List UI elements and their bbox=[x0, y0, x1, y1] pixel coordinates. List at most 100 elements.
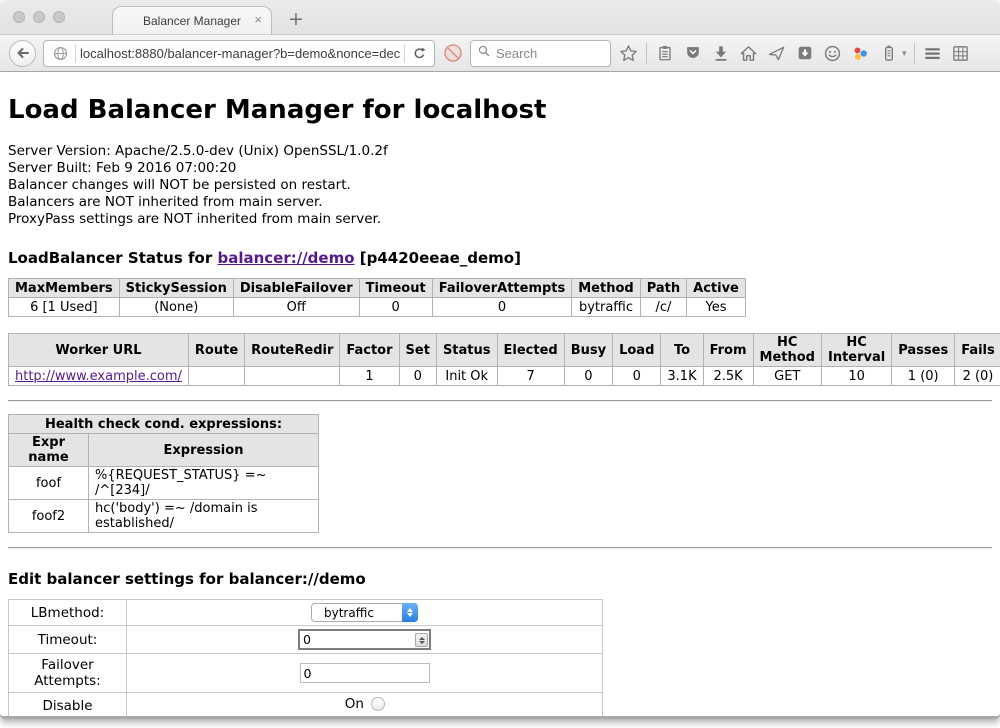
header-cell: Expression bbox=[89, 434, 319, 467]
failover-attempts-input[interactable] bbox=[300, 663, 430, 683]
data-cell: (None) bbox=[119, 298, 233, 317]
table-row: 6 [1 Used] (None) Off 0 0 bytraffic /c/ … bbox=[9, 298, 746, 317]
chevron-down-icon[interactable]: ▾ bbox=[902, 48, 907, 59]
header-cell: Passes bbox=[892, 334, 955, 367]
header-cell: Timeout bbox=[359, 279, 432, 298]
panel-download-icon[interactable] bbox=[794, 43, 815, 64]
data-cell: 1 (0) bbox=[892, 367, 955, 386]
page-content: Load Balancer Manager for localhost Serv… bbox=[0, 72, 1000, 717]
header-cell: Route bbox=[188, 334, 244, 367]
data-cell: Off bbox=[233, 298, 359, 317]
header-cell: To bbox=[661, 334, 703, 367]
header-cell: RouteRedir bbox=[245, 334, 340, 367]
disable-failover-on-radio[interactable] bbox=[371, 697, 385, 711]
balancer-status-table: MaxMembers StickySession DisableFailover… bbox=[8, 278, 746, 317]
data-cell: Init Ok bbox=[436, 367, 497, 386]
home-icon[interactable] bbox=[738, 43, 759, 64]
browser-window: Balancer Manager × + localhost:8880/bala… bbox=[0, 0, 1000, 719]
header-cell: Method bbox=[572, 279, 640, 298]
menu-hamburger-icon[interactable] bbox=[922, 43, 943, 64]
site-identity-globe-icon[interactable] bbox=[50, 43, 71, 64]
table-row: http://www.example.com/ 1 0 Init Ok 7 0 … bbox=[9, 367, 1000, 386]
data-cell: 2.5K bbox=[703, 367, 753, 386]
header-cell: FailoverAttempts bbox=[432, 279, 572, 298]
failover-attempts-label: Failover Attempts: bbox=[9, 654, 127, 693]
data-cell: Yes bbox=[687, 298, 746, 317]
chat-smiley-icon[interactable] bbox=[822, 43, 843, 64]
timeout-input[interactable] bbox=[298, 629, 431, 650]
data-cell bbox=[245, 367, 340, 386]
header-cell: HC Interval bbox=[821, 334, 891, 367]
lbmethod-select[interactable]: bytraffic bbox=[311, 603, 418, 622]
header-cell: Status bbox=[436, 334, 497, 367]
header-cell: From bbox=[703, 334, 753, 367]
worker-url-link[interactable]: http://www.example.com/ bbox=[15, 369, 182, 384]
data-cell: 0 bbox=[399, 367, 436, 386]
data-cell: foof bbox=[9, 467, 89, 500]
edit-balancer-form: LBmethod: bytraffic Timeout: bbox=[8, 599, 603, 717]
bookmark-star-icon[interactable] bbox=[618, 43, 639, 64]
notice-proxypass: ProxyPass settings are NOT inherited fro… bbox=[8, 211, 992, 228]
reload-icon[interactable] bbox=[409, 43, 430, 64]
header-cell: Expr name bbox=[9, 434, 89, 467]
data-cell: 0 bbox=[359, 298, 432, 317]
header-cell: Load bbox=[613, 334, 661, 367]
colored-dots-extension-icon[interactable] bbox=[850, 43, 871, 64]
select-stepper-icon bbox=[402, 603, 418, 622]
header-cell: HC Method bbox=[753, 334, 821, 367]
server-version: Server Version: Apache/2.5.0-dev (Unix) … bbox=[8, 143, 992, 160]
url-text[interactable]: localhost:8880/balancer-manager?b=demo&n… bbox=[80, 46, 400, 61]
table-row: foof %{REQUEST_STATUS} =~ /^[234]/ bbox=[9, 467, 319, 500]
worker-status-table: Worker URL Route RouteRedir Factor Set S… bbox=[8, 333, 1000, 386]
urlbar-divider bbox=[75, 44, 76, 63]
minimize-window-button[interactable] bbox=[33, 11, 45, 23]
new-tab-button[interactable]: + bbox=[288, 8, 304, 30]
reading-list-icon[interactable] bbox=[654, 43, 675, 64]
urlbar-divider bbox=[404, 44, 405, 63]
page-title: Load Balancer Manager for localhost bbox=[8, 95, 992, 125]
balancer-demo-link[interactable]: balancer://demo bbox=[217, 249, 354, 267]
data-cell: 7 bbox=[497, 367, 564, 386]
back-button[interactable] bbox=[9, 40, 36, 67]
radio-off-label: Off bbox=[344, 715, 364, 717]
header-cell: Busy bbox=[564, 334, 612, 367]
zoom-window-button[interactable] bbox=[53, 11, 65, 23]
header-cell: MaxMembers bbox=[9, 279, 120, 298]
status-heading-suffix: [p4420eeae_demo] bbox=[355, 249, 521, 267]
disable-failover-off-radio[interactable] bbox=[371, 716, 385, 717]
data-cell: hc('body') =~ /domain is established/ bbox=[89, 500, 319, 533]
address-bar[interactable]: localhost:8880/balancer-manager?b=demo&n… bbox=[43, 40, 435, 67]
tab-close-icon[interactable]: × bbox=[254, 13, 262, 26]
header-cell: Path bbox=[640, 279, 686, 298]
data-cell: 2 (0) bbox=[955, 367, 1000, 386]
loadbalancer-status-heading: LoadBalancer Status for balancer://demo … bbox=[8, 249, 992, 267]
divider bbox=[8, 400, 992, 402]
data-cell: 1 bbox=[340, 367, 399, 386]
number-spinner-icon[interactable] bbox=[415, 633, 428, 647]
data-cell: 6 [1 Used] bbox=[9, 298, 120, 317]
header-cell: DisableFailover bbox=[233, 279, 359, 298]
server-info: Server Version: Apache/2.5.0-dev (Unix) … bbox=[8, 143, 992, 228]
data-cell bbox=[188, 367, 244, 386]
data-cell: 0 bbox=[432, 298, 572, 317]
status-heading-prefix: LoadBalancer Status for bbox=[8, 249, 217, 267]
header-cell: StickySession bbox=[119, 279, 233, 298]
send-page-icon[interactable] bbox=[766, 43, 787, 64]
close-window-button[interactable] bbox=[13, 11, 25, 23]
header-cell: Factor bbox=[340, 334, 399, 367]
data-cell: /c/ bbox=[640, 298, 686, 317]
data-cell: 0 bbox=[613, 367, 661, 386]
data-cell: GET bbox=[753, 367, 821, 386]
lbmethod-label: LBmethod: bbox=[9, 600, 127, 626]
downloads-icon[interactable] bbox=[710, 43, 731, 64]
table-row: foof2 hc('body') =~ /domain is establish… bbox=[9, 500, 319, 533]
data-cell: 0 bbox=[564, 367, 612, 386]
battery-extension-icon[interactable] bbox=[878, 43, 899, 64]
content-blocked-icon[interactable] bbox=[442, 43, 463, 64]
grid-extension-icon[interactable] bbox=[950, 43, 971, 64]
pocket-icon[interactable] bbox=[682, 43, 703, 64]
data-cell: %{REQUEST_STATUS} =~ /^[234]/ bbox=[89, 467, 319, 500]
navigation-toolbar: localhost:8880/balancer-manager?b=demo&n… bbox=[0, 34, 1000, 72]
tab-balancer-manager[interactable]: Balancer Manager × bbox=[112, 6, 272, 34]
search-bar[interactable]: Search bbox=[470, 40, 611, 67]
